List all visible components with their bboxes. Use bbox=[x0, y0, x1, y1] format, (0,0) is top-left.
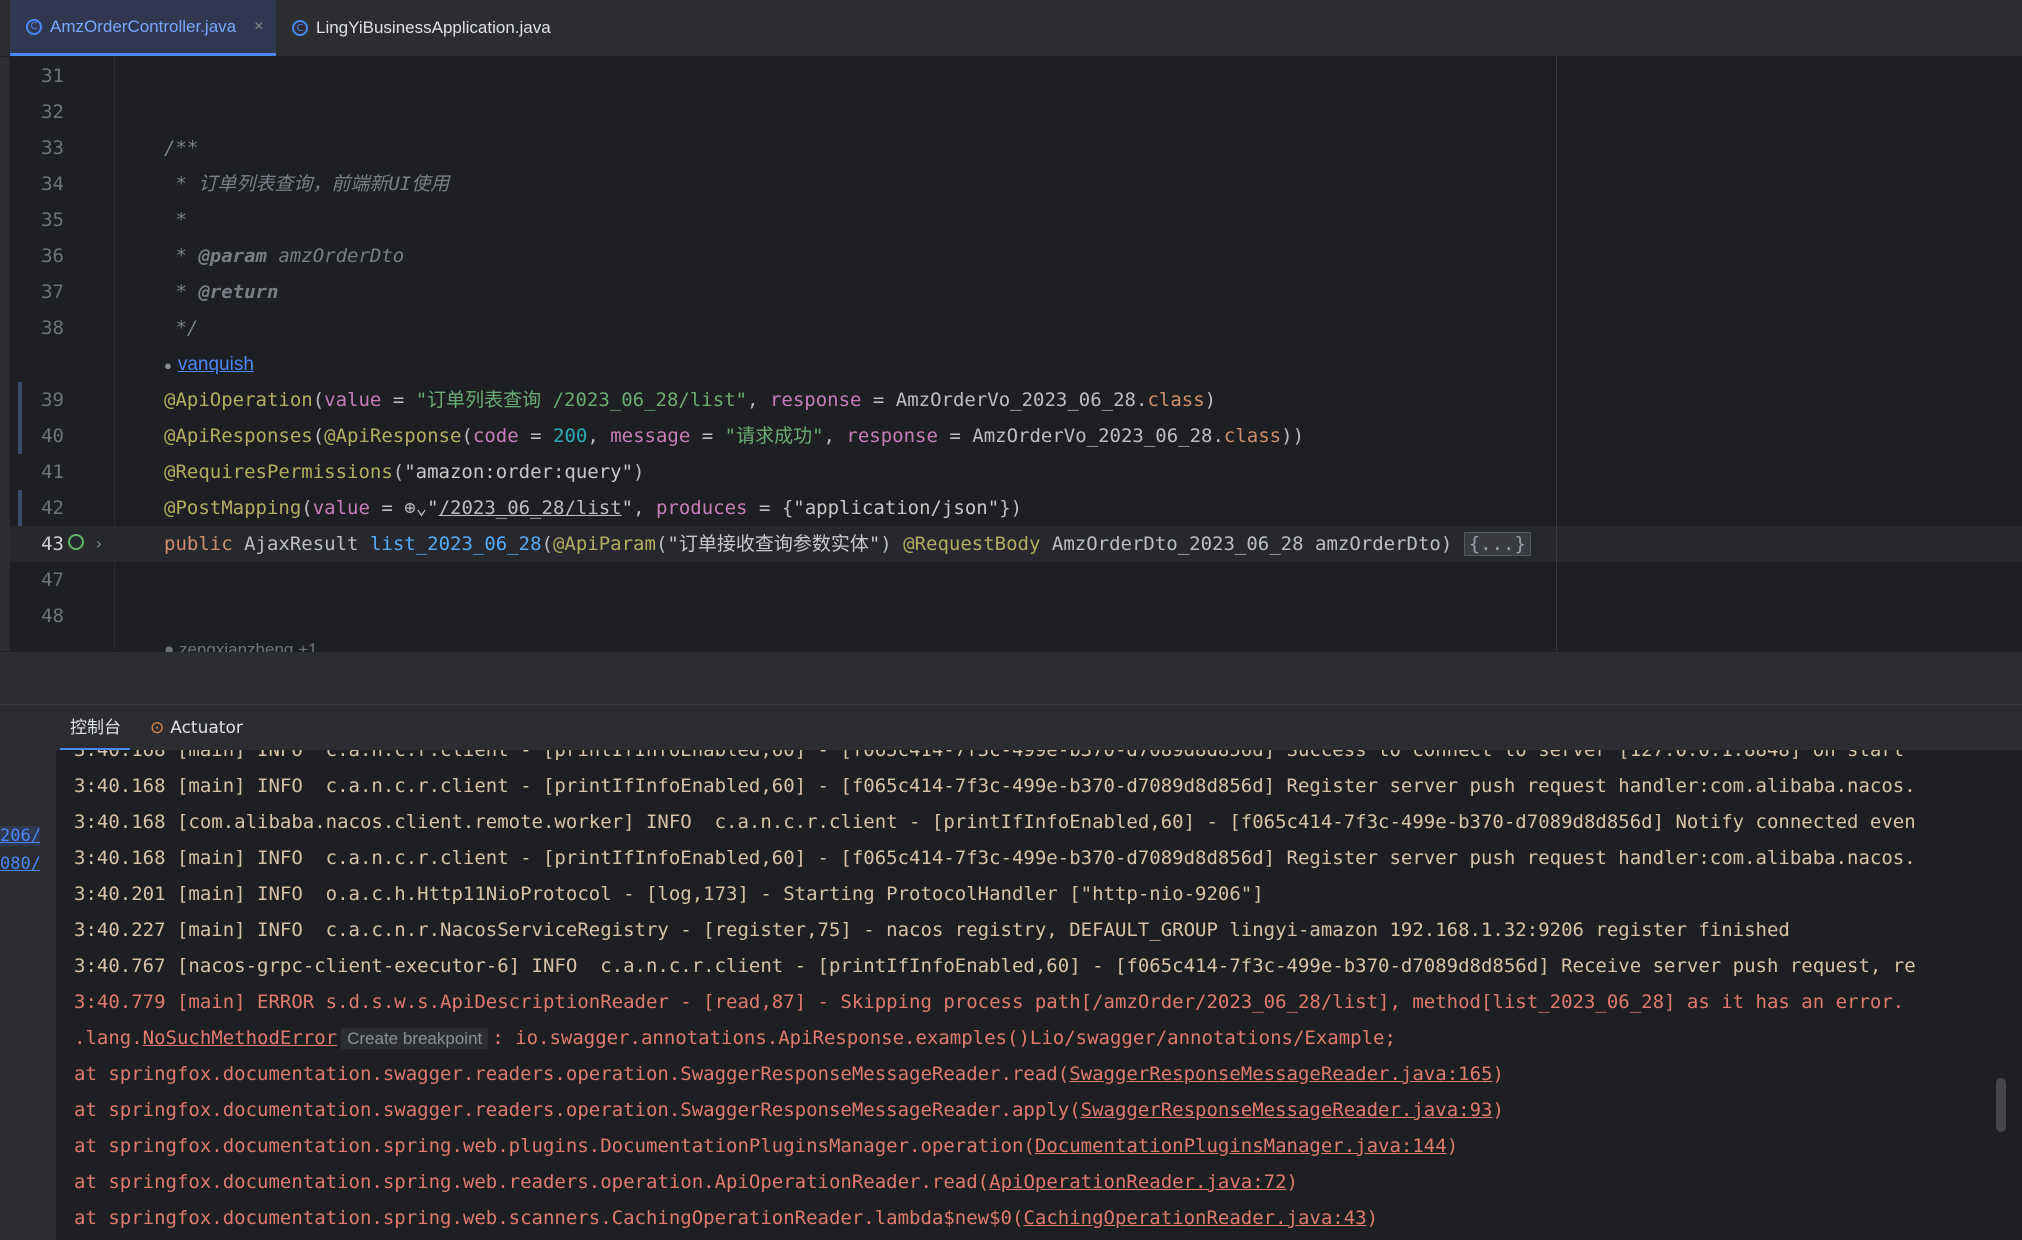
tab-actuator[interactable]: ⊙ Actuator bbox=[150, 705, 243, 751]
log-line-error: 3:40.779 [main] ERROR s.d.s.w.s.ApiDescr… bbox=[74, 991, 1905, 1013]
line-number: 33 bbox=[41, 137, 64, 159]
endpoint-globe-icon[interactable] bbox=[68, 534, 84, 550]
tab-label: AmzOrderController.java bbox=[50, 16, 237, 36]
javadoc-tag: @return bbox=[198, 281, 279, 303]
code-line-current: 43 public AjaxResult list_2023_06_28(@Api… bbox=[10, 526, 2020, 562]
code-line: 39 @ApiOperation(value = "订单列表查询 /2023_06… bbox=[10, 382, 2020, 418]
log-line: 3:40.201 [main] INFO o.a.c.h.Http11NioPr… bbox=[74, 883, 1264, 905]
tab-console[interactable]: 控制台 bbox=[60, 705, 130, 751]
line-number: 40 bbox=[41, 425, 64, 447]
editor-left-strip bbox=[0, 57, 10, 651]
code-line: 38 */ bbox=[10, 310, 2020, 346]
line-number: 36 bbox=[41, 245, 64, 267]
code-line: 36 * @param amzOrderDto bbox=[10, 238, 2020, 274]
stack-frame: at springfox.documentation.swagger.reade… bbox=[74, 1099, 1504, 1121]
folded-code-block[interactable]: {...} bbox=[1463, 532, 1531, 556]
exception-link[interactable]: NoSuchMethodError bbox=[143, 1027, 337, 1049]
panel-splitter[interactable] bbox=[0, 652, 2022, 704]
author-name[interactable]: vanquish bbox=[178, 354, 254, 375]
exception-line: .lang.NoSuchMethodError Create breakpoint… bbox=[74, 1027, 1396, 1049]
code-line: 34 * 订单列表查询，前端新UI使用 bbox=[10, 166, 2020, 202]
stack-frame: at springfox.documentation.spring.web.re… bbox=[74, 1171, 1298, 1193]
code-line: 42 @PostMapping(value = ⊕⌄"/2023_06_28/li… bbox=[10, 490, 2020, 526]
javadoc-tag: @param bbox=[198, 245, 267, 267]
line-number: 39 bbox=[41, 389, 64, 411]
console-scrollbar[interactable] bbox=[1996, 1078, 2006, 1132]
line-number: 41 bbox=[41, 461, 64, 483]
code-line: 40 @ApiResponses(@ApiResponse(code = 200,… bbox=[10, 418, 2020, 454]
source-link[interactable]: SwaggerResponseMessageReader.java:165 bbox=[1069, 1063, 1492, 1085]
line-number: 34 bbox=[41, 173, 64, 195]
class-file-icon: C bbox=[292, 20, 308, 36]
chevron-right-icon[interactable]: › bbox=[94, 526, 104, 562]
log-line: 3:40.227 [main] INFO c.a.c.n.r.NacosServ… bbox=[74, 919, 1790, 941]
log-line: 3:40.767 [nacos-grpc-client-executor-6] … bbox=[74, 955, 1916, 977]
tab-amz-order-controller[interactable]: C AmzOrderController.java × bbox=[10, 0, 276, 56]
globe-dropdown-icon[interactable]: ⊕⌄ bbox=[404, 497, 427, 519]
code-line: 48 bbox=[10, 598, 2020, 634]
close-tab-icon[interactable]: × bbox=[254, 18, 263, 36]
stack-frame: at springfox.documentation.spring.web.pl… bbox=[74, 1135, 1459, 1157]
tab-lingyi-business-application[interactable]: C LingYiBusinessApplication.java bbox=[276, 0, 576, 56]
line-number: 38 bbox=[41, 317, 64, 339]
log-line: 3:40.168 [main] INFO c.a.n.c.r.client - … bbox=[74, 750, 1905, 761]
line-number: 32 bbox=[41, 101, 64, 123]
line-number: 42 bbox=[41, 497, 64, 519]
class-file-icon: C bbox=[26, 18, 42, 35]
console-output[interactable]: 3:40.168 [main] INFO c.a.n.c.r.client - … bbox=[56, 750, 2022, 1240]
code-line: 33 /** bbox=[10, 130, 2020, 166]
code-author-hint[interactable]: ● vanquish bbox=[164, 350, 254, 380]
editor-tab-bar: C AmzOrderController.java × C LingYiBusi… bbox=[0, 0, 2022, 57]
javadoc-text: amzOrderDto bbox=[266, 245, 405, 267]
source-link[interactable]: DocumentationPluginsManager.java:144 bbox=[1035, 1135, 1447, 1157]
line-number: 48 bbox=[41, 605, 64, 627]
source-link[interactable]: CachingOperationReader.java:43 bbox=[1023, 1207, 1366, 1229]
log-line: 3:40.168 [com.alibaba.nacos.client.remot… bbox=[74, 811, 1916, 833]
endpoint-link[interactable]: /2023_06_28/list bbox=[439, 497, 622, 519]
tool-window-tabs: 控制台 ⊙ Actuator bbox=[0, 704, 2022, 751]
javadoc-text: * bbox=[164, 209, 187, 231]
code-line: 31 bbox=[10, 58, 2020, 94]
console-left-pane: 206/ 080/ bbox=[0, 750, 56, 1240]
line-number: 47 bbox=[41, 569, 64, 591]
create-breakpoint-hint[interactable]: Create breakpoint bbox=[341, 1028, 489, 1049]
code-line: 37 * @return bbox=[10, 274, 2020, 310]
actuator-icon: ⊙ bbox=[150, 718, 165, 738]
left-pane-link[interactable]: 206/ bbox=[0, 826, 40, 846]
code-line: 47 bbox=[10, 562, 2020, 598]
tab-label: LingYiBusinessApplication.java bbox=[316, 18, 551, 37]
code-line: 41 @RequiresPermissions("amazon:order:que… bbox=[10, 454, 2020, 490]
javadoc-text: * 订单列表查询，前端新UI使用 bbox=[164, 173, 450, 195]
line-number: 35 bbox=[41, 209, 64, 231]
code-line: 35 * bbox=[10, 202, 2020, 238]
user-icon: ● bbox=[164, 358, 172, 373]
log-line: 3:40.168 [main] INFO c.a.n.c.r.client - … bbox=[74, 847, 1916, 869]
javadoc-text: /** bbox=[164, 137, 199, 159]
log-line: 3:40.168 [main] INFO c.a.n.c.r.client - … bbox=[74, 775, 1916, 797]
left-pane-link[interactable]: 080/ bbox=[0, 854, 40, 874]
source-link[interactable]: ApiOperationReader.java:72 bbox=[989, 1171, 1286, 1193]
stack-frame: at springfox.documentation.spring.web.sc… bbox=[74, 1207, 1379, 1229]
line-number: 43 bbox=[41, 533, 64, 555]
javadoc-text: */ bbox=[164, 317, 199, 339]
stack-frame: at springfox.documentation.swagger.reade… bbox=[74, 1063, 1504, 1085]
source-link[interactable]: SwaggerResponseMessageReader.java:93 bbox=[1081, 1099, 1493, 1121]
code-line: 32 bbox=[10, 94, 2020, 130]
line-number: 37 bbox=[41, 281, 64, 303]
line-number: 31 bbox=[41, 65, 64, 87]
